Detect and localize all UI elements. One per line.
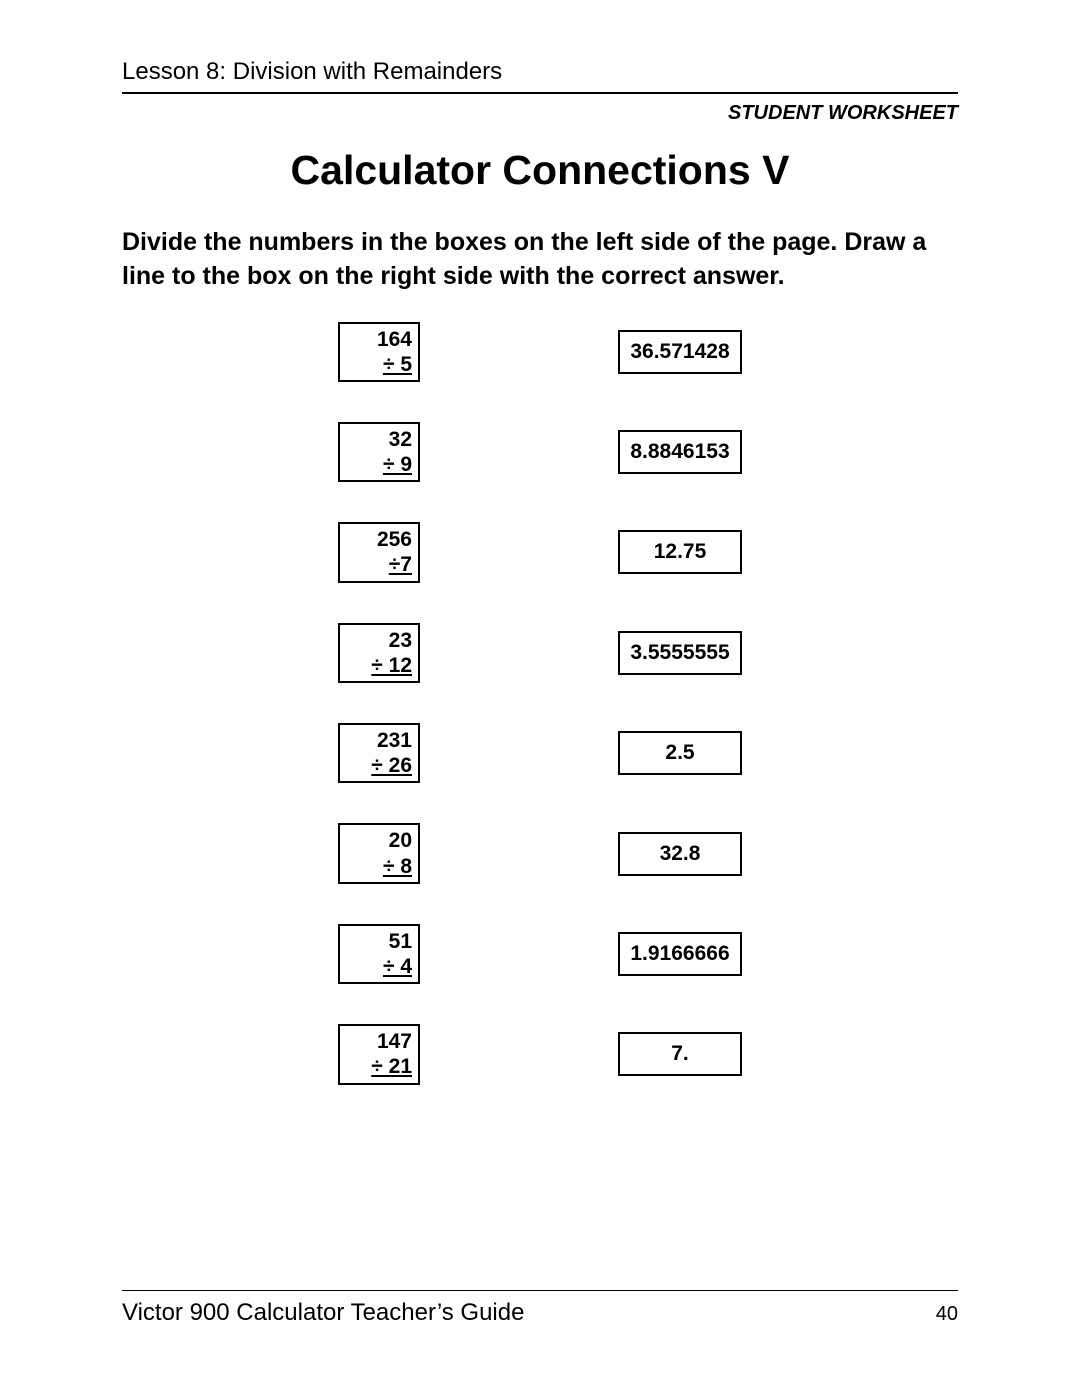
lesson-header: Lesson 8: Division with Remainders xyxy=(122,58,958,94)
problem-row: 164 ÷ 5 36.571428 xyxy=(122,322,958,382)
divisor: ÷ 21 xyxy=(346,1054,412,1079)
problem-row: 231 ÷ 26 2.5 xyxy=(122,723,958,783)
division-box: 164 ÷ 5 xyxy=(338,322,420,382)
problem-row: 256 ÷7 12.75 xyxy=(122,522,958,582)
dividend: 20 xyxy=(346,828,412,853)
dividend: 23 xyxy=(346,628,412,653)
worksheet-label: STUDENT WORKSHEET xyxy=(122,102,958,125)
dividend: 51 xyxy=(346,929,412,954)
answer-box: 32.8 xyxy=(618,832,742,876)
answer-box: 12.75 xyxy=(618,530,742,574)
division-box: 147 ÷ 21 xyxy=(338,1024,420,1084)
problem-row: 147 ÷ 21 7. xyxy=(122,1024,958,1084)
divisor: ÷ 12 xyxy=(346,653,412,678)
problem-row: 23 ÷ 12 3.5555555 xyxy=(122,623,958,683)
footer-page-number: 40 xyxy=(936,1303,958,1326)
answer-box: 36.571428 xyxy=(618,330,742,374)
dividend: 231 xyxy=(346,728,412,753)
dividend: 256 xyxy=(346,527,412,552)
instructions: Divide the numbers in the boxes on the l… xyxy=(122,226,958,294)
answer-box: 2.5 xyxy=(618,731,742,775)
page-title: Calculator Connections V xyxy=(122,147,958,194)
division-box: 32 ÷ 9 xyxy=(338,422,420,482)
divisor: ÷ 8 xyxy=(346,854,412,879)
footer: Victor 900 Calculator Teacher’s Guide 40 xyxy=(122,1290,958,1327)
problem-row: 20 ÷ 8 32.8 xyxy=(122,823,958,883)
dividend: 147 xyxy=(346,1029,412,1054)
divisor: ÷ 4 xyxy=(346,954,412,979)
division-box: 256 ÷7 xyxy=(338,522,420,582)
divisor: ÷ 26 xyxy=(346,753,412,778)
answer-box: 1.9166666 xyxy=(618,932,742,976)
dividend: 32 xyxy=(346,427,412,452)
division-box: 51 ÷ 4 xyxy=(338,924,420,984)
answer-box: 8.8846153 xyxy=(618,430,742,474)
dividend: 164 xyxy=(346,327,412,352)
problem-row: 32 ÷ 9 8.8846153 xyxy=(122,422,958,482)
divisor: ÷ 5 xyxy=(346,352,412,377)
problem-rows: 164 ÷ 5 36.571428 32 ÷ 9 8.8846153 256 ÷… xyxy=(122,322,958,1085)
divisor: ÷7 xyxy=(346,552,412,577)
divisor: ÷ 9 xyxy=(346,452,412,477)
answer-box: 7. xyxy=(618,1032,742,1076)
problem-row: 51 ÷ 4 1.9166666 xyxy=(122,924,958,984)
answer-box: 3.5555555 xyxy=(618,631,742,675)
division-box: 231 ÷ 26 xyxy=(338,723,420,783)
footer-guide-title: Victor 900 Calculator Teacher’s Guide xyxy=(122,1299,524,1327)
division-box: 23 ÷ 12 xyxy=(338,623,420,683)
division-box: 20 ÷ 8 xyxy=(338,823,420,883)
